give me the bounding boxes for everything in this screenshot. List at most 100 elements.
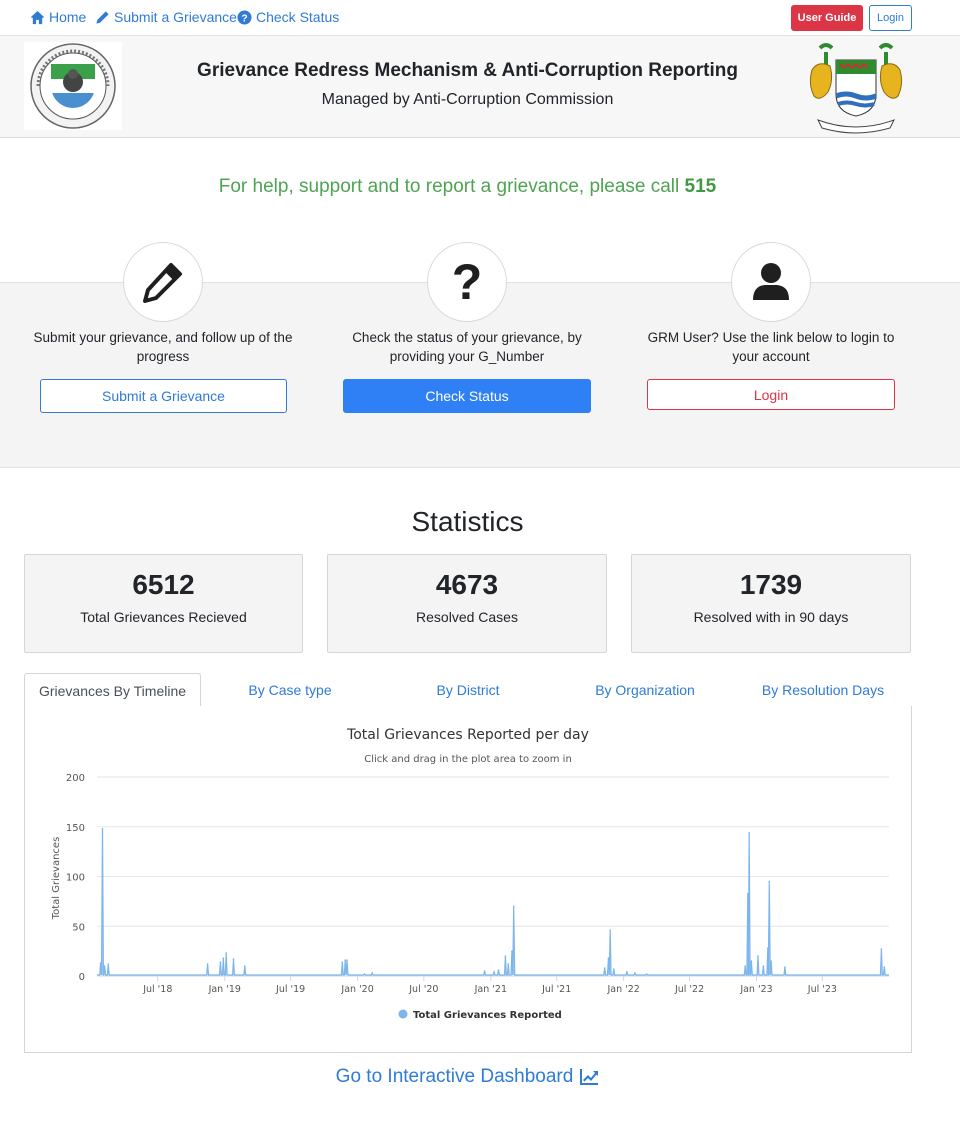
data-point xyxy=(512,905,515,908)
chart-legend[interactable]: Total Grievances Reported xyxy=(398,1009,562,1022)
top-navbar: Home Submit a Grievance ? Check Status U… xyxy=(0,0,960,36)
stat-resolved-cases: 4673 Resolved Cases xyxy=(327,554,607,653)
tab-by-organization[interactable]: By Organization xyxy=(569,673,721,707)
data-point xyxy=(363,973,366,975)
data-point xyxy=(219,961,222,963)
tab-by-resolution-days[interactable]: By Resolution Days xyxy=(746,673,900,707)
y-tick-label: 200 xyxy=(66,773,85,784)
coat-of-arms-icon xyxy=(809,43,903,134)
stat-value: 1739 xyxy=(739,569,803,600)
chart-series xyxy=(97,827,889,976)
data-point xyxy=(493,971,495,973)
nav-check-label: Check Status xyxy=(256,9,340,25)
stat-value: 6512 xyxy=(132,569,195,600)
question-icon: ? xyxy=(451,254,483,310)
timeline-chart[interactable]: Total Grievances Reported per day Click … xyxy=(25,706,911,1052)
data-point xyxy=(222,957,225,959)
data-point xyxy=(244,965,246,967)
check-card-text: Check the status of your grievance, by p… xyxy=(352,330,582,364)
y-axis-label: Total Grievances xyxy=(51,837,62,921)
data-point xyxy=(880,948,883,950)
data-point xyxy=(768,880,771,883)
nav-home-link[interactable]: Home xyxy=(30,9,86,25)
chart-subtitle: Click and drag in the plot area to zoom … xyxy=(364,754,572,765)
stat-value: 4673 xyxy=(435,569,499,600)
user-guide-button[interactable]: User Guide xyxy=(791,5,863,31)
submit-card-text: Submit your grievance, and follow up of … xyxy=(33,330,293,364)
x-tick-label: Jul '20 xyxy=(408,984,438,995)
dashboard-link-label: Go to Interactive Dashboard xyxy=(335,1066,574,1087)
stat-label: Resolved Cases xyxy=(416,609,518,625)
top-login-button[interactable]: Login xyxy=(869,5,912,31)
site-header: Grievance Redress Mechanism & Anti-Corru… xyxy=(0,36,960,138)
data-point xyxy=(101,827,104,830)
y-tick-label: 150 xyxy=(66,823,85,834)
x-tick-label: Jan '23 xyxy=(739,984,772,995)
x-tick-label: Jul '19 xyxy=(275,984,305,995)
data-point xyxy=(371,972,374,974)
user-icon xyxy=(753,263,789,300)
timeline-chart-panel: Total Grievances Reported per day Click … xyxy=(24,706,912,1053)
home-icon xyxy=(30,10,45,24)
series-line xyxy=(97,828,889,976)
stat-label: Total Grievances Recieved xyxy=(80,609,247,625)
pencil-icon xyxy=(143,263,182,303)
page-title: Grievance Redress Mechanism & Anti-Corru… xyxy=(197,60,738,81)
y-tick-label: 0 xyxy=(79,972,85,983)
y-axis-ticks: 0 50 100 150 200 xyxy=(66,773,85,983)
data-point xyxy=(344,959,347,961)
check-card-circle: ? xyxy=(427,242,507,322)
data-point xyxy=(748,831,750,834)
tab-by-case-type[interactable]: By Case type xyxy=(214,673,366,707)
check-status-button[interactable]: Check Status xyxy=(343,379,591,413)
data-point xyxy=(507,963,510,965)
login-card-circle xyxy=(731,242,811,322)
tab-by-district[interactable]: By District xyxy=(392,673,544,707)
x-tick-label: Jul '21 xyxy=(541,984,571,995)
data-point xyxy=(883,966,886,968)
anti-corruption-commission-logo-icon xyxy=(24,42,122,130)
data-point xyxy=(613,968,615,970)
data-point xyxy=(206,963,209,965)
page-subtitle: Managed by Anti-Corruption Commission xyxy=(321,91,614,108)
x-tick-label: Jan '22 xyxy=(606,984,639,995)
tab-by-timeline[interactable]: Grievances By Timeline xyxy=(24,673,201,708)
stat-label: Resolved with in 90 days xyxy=(693,609,849,625)
interactive-dashboard-link[interactable]: Go to Interactive Dashboard xyxy=(0,1066,935,1088)
data-point xyxy=(225,952,227,954)
stat-resolved-90-days: 1739 Resolved with in 90 days xyxy=(631,554,911,653)
login-button[interactable]: Login xyxy=(647,379,895,410)
statistics-heading: Statistics xyxy=(411,506,524,537)
data-point xyxy=(750,960,753,962)
data-point xyxy=(770,960,772,962)
data-point xyxy=(609,929,611,931)
help-text: For help, support and to report a grieva… xyxy=(218,176,685,197)
pencil-icon xyxy=(96,10,109,24)
nav-check-status-link[interactable]: ? Check Status xyxy=(237,9,339,25)
chart-line-icon xyxy=(580,1069,599,1085)
x-tick-label: Jul '18 xyxy=(142,984,172,995)
legend-label: Total Grievances Reported xyxy=(413,1010,562,1021)
legend-marker xyxy=(398,1009,408,1019)
data-point xyxy=(607,957,610,959)
y-tick-label: 50 xyxy=(72,922,85,933)
data-point xyxy=(762,965,765,967)
data-point xyxy=(645,973,648,975)
submit-grievance-button[interactable]: Submit a Grievance xyxy=(40,379,287,413)
login-card-text: GRM User? Use the link below to login to… xyxy=(647,330,895,364)
x-axis-ticks: Jul '18 Jan '19 Jul '19 Jan '20 Jul '20 Jan '… xyxy=(142,976,837,995)
data-point xyxy=(603,967,606,969)
data-point xyxy=(757,955,759,957)
data-point xyxy=(747,892,749,895)
data-point xyxy=(341,961,344,963)
data-point xyxy=(99,962,102,964)
data-point xyxy=(504,955,507,957)
nav-submit-link[interactable]: Submit a Grievance xyxy=(95,9,237,25)
data-point xyxy=(103,965,106,967)
help-line: For help, support and to report a grieva… xyxy=(0,176,935,198)
data-point xyxy=(744,965,746,967)
data-point xyxy=(483,970,486,972)
data-point xyxy=(107,963,110,965)
help-phone-number: 515 xyxy=(684,176,717,197)
data-point xyxy=(497,969,500,971)
